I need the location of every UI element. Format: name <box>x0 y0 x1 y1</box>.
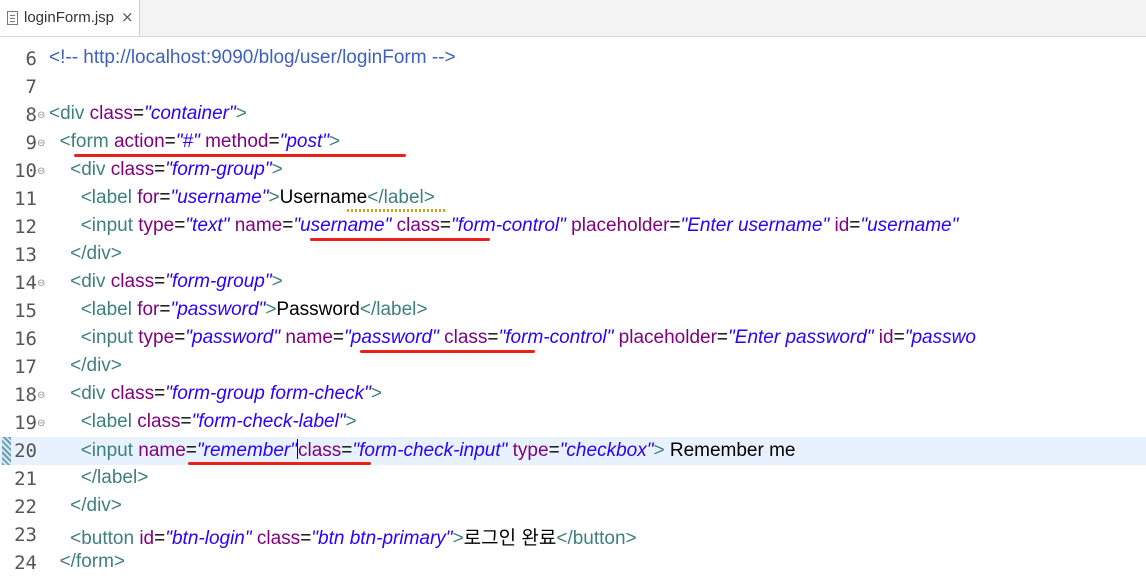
line-number: 20 <box>14 440 37 462</box>
line-number: 7 <box>25 76 37 98</box>
spelling-squiggle <box>347 209 445 212</box>
code-text: <input name="remember"class="form-check-… <box>80 439 796 461</box>
code-text: </form> <box>59 551 126 572</box>
code-text: <!-- http://localhost:9090/blog/user/log… <box>49 47 456 68</box>
fold-collapse-icon[interactable]: ⊖ <box>37 390 45 401</box>
code-line: 22 </div> <box>0 493 1146 521</box>
code-text: <input type="password" name="password" c… <box>80 327 976 348</box>
code-text: <input type="text" name="username" class… <box>80 215 959 236</box>
code-text: <label for="password">Password</label> <box>80 299 428 320</box>
code-line: 25 <box>0 577 1146 583</box>
code-line: 23 <button id="btn-login" class="btn btn… <box>0 521 1146 549</box>
fold-collapse-icon[interactable]: ⊖ <box>37 138 45 149</box>
code-text: </div> <box>70 243 122 264</box>
fold-collapse-icon[interactable]: ⊖ <box>37 278 45 289</box>
tab-loginform-jsp[interactable]: loginForm.jsp × <box>0 0 140 36</box>
code-line: 9 ⊖ <form action="#" method="post"> <box>0 129 1146 157</box>
line-number: 11 <box>14 188 37 210</box>
code-line: 13 </div> <box>0 241 1146 269</box>
tab-label: loginForm.jsp <box>24 9 115 26</box>
code-text: <div class="container"> <box>49 103 247 124</box>
code-text: <button id="btn-login" class="btn btn-pr… <box>70 528 637 549</box>
code-line: 16 <input type="password" name="password… <box>0 325 1146 353</box>
code-line: 6 <!-- http://localhost:9090/blog/user/l… <box>0 45 1146 73</box>
code-line: 24 </form> <box>0 549 1146 577</box>
line-number: 8 <box>25 104 37 126</box>
code-line: 18 ⊖ <div class="form-group form-check"> <box>0 381 1146 409</box>
line-number: 10 <box>14 160 37 182</box>
line-number: 24 <box>14 552 37 574</box>
line-number: 15 <box>14 300 37 322</box>
code-line: 8 ⊖ <div class="container"> <box>0 101 1146 129</box>
close-icon[interactable]: × <box>121 8 134 26</box>
code-line: 17 </div> <box>0 353 1146 381</box>
fold-collapse-icon[interactable]: ⊖ <box>37 418 45 429</box>
line-number: 18 <box>14 384 37 406</box>
fold-collapse-icon[interactable]: ⊖ <box>37 110 45 121</box>
code-line: 10 ⊖ <div class="form-group"> <box>0 157 1146 185</box>
fold-collapse-icon[interactable]: ⊖ <box>37 166 45 177</box>
code-line: 14 ⊖ <div class="form-group"> <box>0 269 1146 297</box>
code-text: <label class="form-check-label"> <box>80 411 357 432</box>
code-text: <form action="#" method="post"> <box>59 131 341 152</box>
code-line: 15 <label for="password">Password</label… <box>0 297 1146 325</box>
code-text: <div class="form-group form-check"> <box>70 383 382 404</box>
code-line: 12 <input type="text" name="username" cl… <box>0 213 1146 241</box>
line-number: 17 <box>14 356 37 378</box>
line-number: 9 <box>25 132 37 154</box>
line-number: 16 <box>14 328 37 350</box>
line-number: 21 <box>14 468 37 490</box>
current-code-line: 20 <input name="remember"class="form-che… <box>0 437 1146 465</box>
code-editor[interactable]: 6 <!-- http://localhost:9090/blog/user/l… <box>0 37 1146 583</box>
code-text: </label> <box>80 467 149 488</box>
code-line: 7 <box>0 73 1146 101</box>
code-text: <div class="form-group"> <box>70 271 283 292</box>
code-text: <label for="username">Username</label> <box>80 187 435 208</box>
editor-tab-bar: loginForm.jsp × <box>0 0 1146 37</box>
file-icon <box>7 11 18 25</box>
line-number: 13 <box>14 244 37 266</box>
line-number: 6 <box>25 48 37 70</box>
code-text: <div class="form-group"> <box>70 159 283 180</box>
code-text: </div> <box>70 495 122 516</box>
line-number: 12 <box>14 216 37 238</box>
code-line: 19 ⊖ <label class="form-check-label"> <box>0 409 1146 437</box>
line-number: 23 <box>14 524 37 546</box>
line-number: 14 <box>14 272 37 294</box>
code-line: 11 <label for="username">Username</label… <box>0 185 1146 213</box>
code-text: </div> <box>70 355 122 376</box>
line-number: 19 <box>14 412 37 434</box>
code-line: 21 </label> <box>0 465 1146 493</box>
line-number: 22 <box>14 496 37 518</box>
